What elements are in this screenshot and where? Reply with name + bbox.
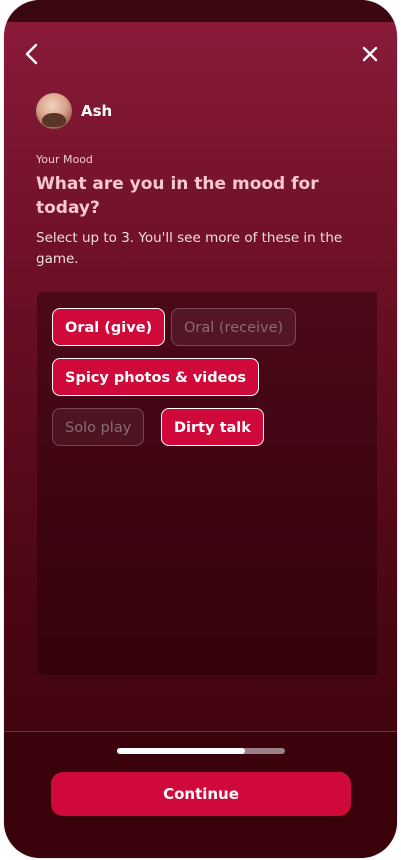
progress-bar: [117, 748, 285, 754]
section-eyebrow: Your Mood: [36, 153, 93, 166]
chevron-left-icon: [25, 43, 38, 65]
close-icon: [362, 46, 378, 62]
chip-spicy-photos-videos[interactable]: Spicy photos & videos: [52, 358, 260, 396]
close-button[interactable]: [360, 44, 380, 64]
avatar: [36, 93, 72, 129]
chip-dirty-talk[interactable]: Dirty talk: [161, 408, 264, 446]
page-subtitle: Select up to 3. You'll see more of these…: [36, 230, 343, 267]
profile-name: Ash: [81, 102, 113, 120]
chip-oral-give[interactable]: Oral (give): [52, 308, 166, 346]
chip-oral-receive[interactable]: Oral (receive): [171, 308, 297, 346]
phone-screen: Ash Your Mood What are you in the mood f…: [4, 0, 397, 858]
back-button[interactable]: [22, 42, 44, 66]
continue-button[interactable]: Continue: [51, 772, 351, 816]
profile: Ash: [36, 93, 112, 129]
options-panel: Oral (give) Oral (receive) Spicy photos …: [37, 292, 377, 675]
bottom-bar: Continue: [4, 731, 397, 858]
page-title: What are you in the mood for today?: [36, 174, 319, 218]
chip-solo-play[interactable]: Solo play: [52, 408, 145, 446]
progress-bar-fill: [117, 748, 245, 754]
status-bar: [4, 0, 397, 22]
top-bar: [4, 22, 397, 86]
